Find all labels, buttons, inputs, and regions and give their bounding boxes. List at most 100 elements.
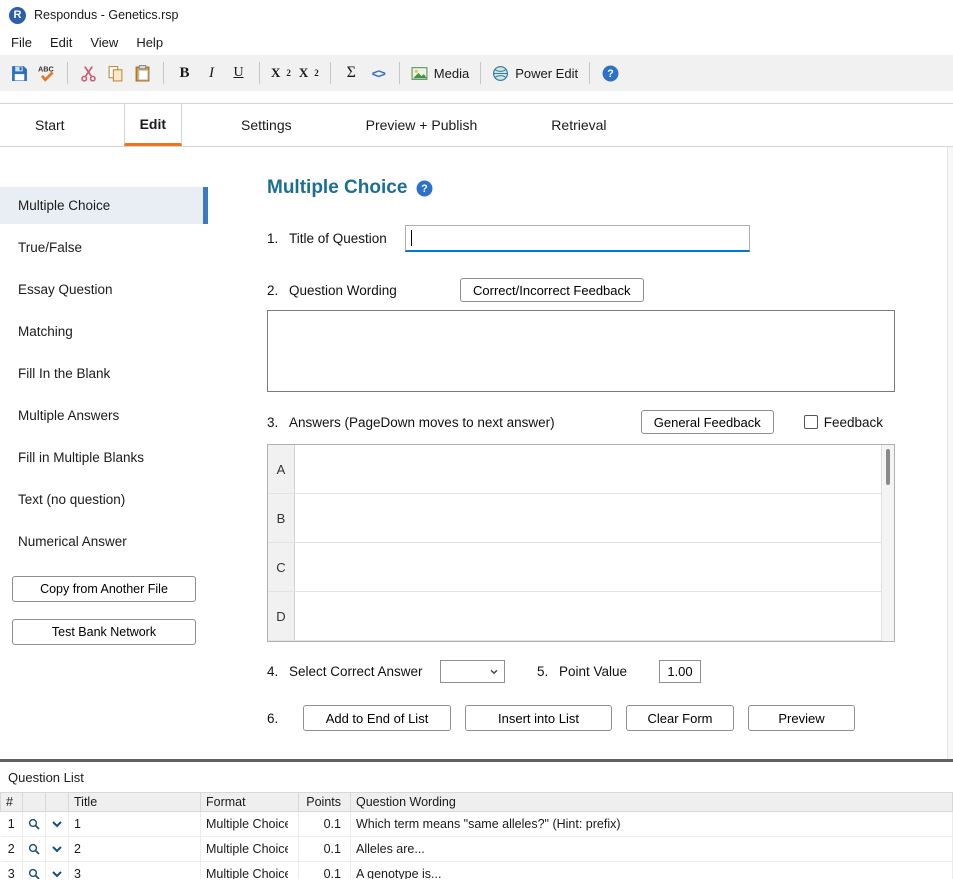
sidebar-item-text-no-question[interactable]: Text (no question) xyxy=(0,481,208,518)
main-area: Multiple Choice True/False Essay Questio… xyxy=(0,147,953,759)
toolbar-separator xyxy=(330,62,331,84)
sidebar-item-fill-in-the-blank[interactable]: Fill In the Blank xyxy=(0,355,208,392)
sidebar-item-multiple-answers[interactable]: Multiple Answers xyxy=(0,397,208,434)
answers-scrollbar[interactable] xyxy=(881,445,894,641)
correct-incorrect-feedback-button[interactable]: Correct/Incorrect Feedback xyxy=(460,278,644,302)
superscript-button[interactable]: X2 xyxy=(295,60,323,87)
feedback-checkbox[interactable] xyxy=(804,415,818,429)
col-header-title[interactable]: Title xyxy=(69,793,201,812)
app-logo-icon: R xyxy=(9,7,26,24)
sidebar-item-fill-in-multiple-blanks[interactable]: Fill in Multiple Blanks xyxy=(0,439,208,476)
answer-input-a[interactable] xyxy=(295,445,894,493)
chevron-down-icon xyxy=(51,843,63,855)
sidebar-item-matching[interactable]: Matching xyxy=(0,313,208,350)
col-header-number: # xyxy=(1,793,23,812)
sidebar-item-multiple-choice[interactable]: Multiple Choice xyxy=(0,187,208,224)
search-question-button[interactable] xyxy=(23,837,45,861)
underline-button[interactable]: U xyxy=(225,60,252,87)
clear-form-button[interactable]: Clear Form xyxy=(626,705,734,731)
menu-edit[interactable]: Edit xyxy=(41,32,81,53)
menu-file[interactable]: File xyxy=(2,32,41,53)
table-header-row: # Title Format Points Question Wording xyxy=(1,793,953,812)
media-button[interactable]: Media xyxy=(407,60,473,87)
step4-number: 4. xyxy=(267,664,289,679)
page-title: Multiple Choice xyxy=(267,177,407,199)
tab-settings[interactable]: Settings xyxy=(226,104,307,146)
cell-wording: Which term means "same alleles?" (Hint: … xyxy=(351,812,953,837)
col-header-format[interactable]: Format xyxy=(201,793,299,812)
chevron-down-icon xyxy=(51,868,63,879)
tab-start[interactable]: Start xyxy=(20,104,80,146)
tab-preview-publish[interactable]: Preview + Publish xyxy=(351,104,493,146)
general-feedback-button[interactable]: General Feedback xyxy=(641,410,774,434)
step3-label: Answers (PageDown moves to next answer) xyxy=(289,415,641,430)
question-row-3[interactable]: 3 3 Multiple Choice 0.1 A genotype is... xyxy=(1,862,953,880)
tab-edit[interactable]: Edit xyxy=(124,104,182,146)
search-question-button[interactable] xyxy=(23,862,45,879)
power-edit-button[interactable]: Power Edit xyxy=(488,60,582,87)
copy-from-another-file-button[interactable]: Copy from Another File xyxy=(12,576,196,602)
question-editor: Multiple Choice ? 1. Title of Question 2… xyxy=(245,147,953,759)
source-code-button[interactable]: <> xyxy=(365,60,392,87)
question-title-input[interactable] xyxy=(405,225,750,252)
sidebar-item-essay-question[interactable]: Essay Question xyxy=(0,271,208,308)
copy-button[interactable] xyxy=(102,60,129,87)
answer-row: A xyxy=(268,445,894,494)
media-icon xyxy=(411,65,428,82)
answer-row: D xyxy=(268,592,894,641)
bold-button[interactable]: B xyxy=(171,60,198,87)
magnifier-icon xyxy=(27,842,41,856)
sidebar-item-true-false[interactable]: True/False xyxy=(0,229,208,266)
cut-button[interactable] xyxy=(75,60,102,87)
insert-into-list-button[interactable]: Insert into List xyxy=(465,705,612,731)
answers-scrollbar-thumb[interactable] xyxy=(886,449,890,485)
question-list-title: Question List xyxy=(0,762,953,792)
question-type-sidebar: Multiple Choice True/False Essay Questio… xyxy=(0,147,245,759)
italic-button[interactable]: I xyxy=(198,60,225,87)
svg-text:?: ? xyxy=(607,68,613,80)
answer-letter-b: B xyxy=(268,494,295,542)
answer-input-c[interactable] xyxy=(295,543,894,591)
preview-button[interactable]: Preview xyxy=(748,705,855,731)
answer-row: C xyxy=(268,543,894,592)
cell-points: 0.1 xyxy=(299,837,351,862)
row-number: 2 xyxy=(1,837,23,862)
question-row-1[interactable]: 1 1 Multiple Choice 0.1 Which term means… xyxy=(1,812,953,837)
help-icon: ? xyxy=(602,65,619,82)
answers-grid: A B C D xyxy=(267,444,895,642)
col-header-wording[interactable]: Question Wording xyxy=(351,793,953,812)
expand-question-button[interactable] xyxy=(46,812,68,836)
expand-question-button[interactable] xyxy=(46,837,68,861)
text-caret xyxy=(411,230,412,246)
sidebar-item-numerical-answer[interactable]: Numerical Answer xyxy=(0,523,208,560)
col-header-points[interactable]: Points xyxy=(299,793,351,812)
correct-answer-select[interactable] xyxy=(440,660,505,683)
add-to-end-of-list-button[interactable]: Add to End of List xyxy=(303,705,451,731)
equation-button[interactable]: Σ xyxy=(338,60,365,87)
point-value-input[interactable] xyxy=(659,660,701,683)
spellcheck-button[interactable]: ABC xyxy=(33,60,60,87)
question-list-table: # Title Format Points Question Wording 1… xyxy=(0,792,953,879)
main-scrollbar[interactable] xyxy=(947,147,953,759)
paste-button[interactable] xyxy=(129,60,156,87)
question-wording-textarea[interactable] xyxy=(267,310,895,392)
menu-view[interactable]: View xyxy=(81,32,127,53)
save-button[interactable] xyxy=(6,60,33,87)
save-icon xyxy=(11,65,28,82)
question-row-2[interactable]: 2 2 Multiple Choice 0.1 Alleles are... xyxy=(1,837,953,862)
heading-help-icon[interactable]: ? xyxy=(416,180,433,197)
toolbar: ABC B I U X2 X2 Σ <> Media Power Edit ? xyxy=(0,55,953,91)
answer-letter-d: D xyxy=(268,592,295,640)
subscript-button[interactable]: X2 xyxy=(267,60,295,87)
help-button[interactable]: ? xyxy=(597,60,624,87)
menu-bar: File Edit View Help xyxy=(0,30,953,55)
menu-help[interactable]: Help xyxy=(127,32,172,53)
col-header-expand xyxy=(46,793,69,812)
answer-input-b[interactable] xyxy=(295,494,894,542)
search-question-button[interactable] xyxy=(23,812,45,836)
tab-retrieval[interactable]: Retrieval xyxy=(536,104,621,146)
row-number: 3 xyxy=(1,862,23,880)
test-bank-network-button[interactable]: Test Bank Network xyxy=(12,619,196,645)
expand-question-button[interactable] xyxy=(46,862,68,879)
answer-input-d[interactable] xyxy=(295,592,894,640)
